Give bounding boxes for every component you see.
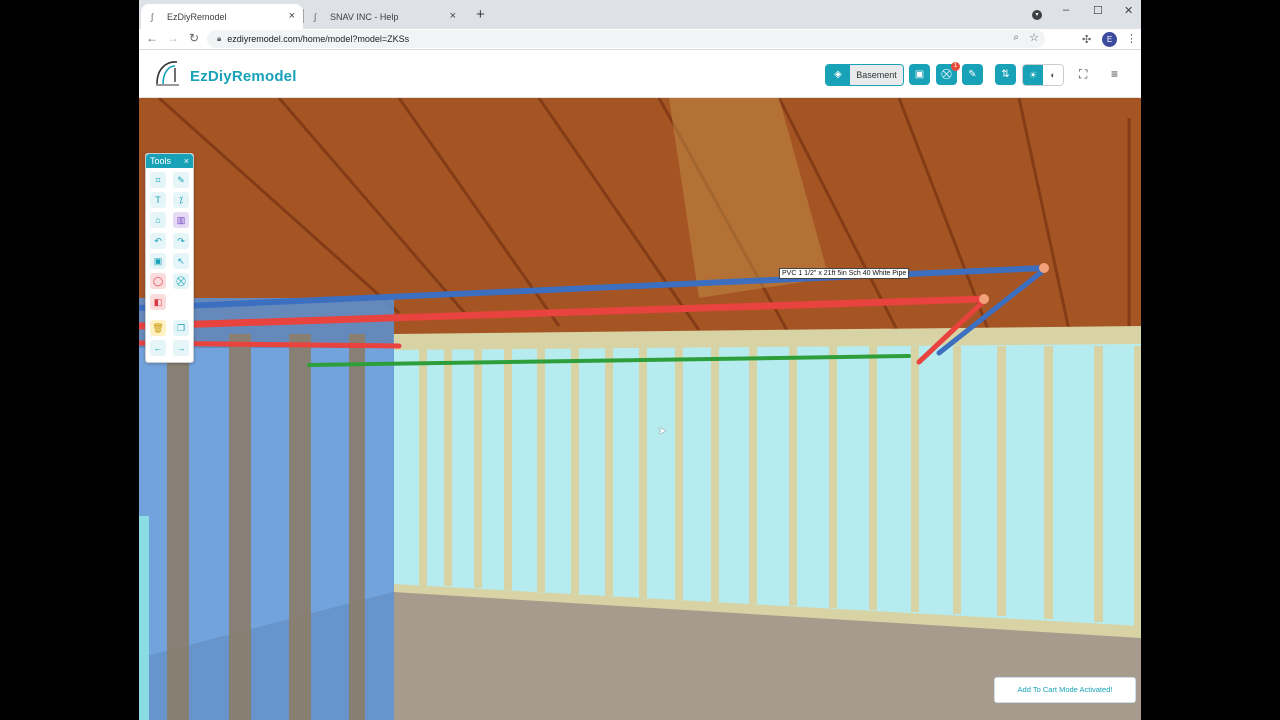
url-text: ezdiyremodel.com/home/model?model=ZKSs xyxy=(227,34,410,44)
close-tab-icon[interactable]: × xyxy=(450,10,456,22)
extensions-puzzle-icon[interactable]: ✣ xyxy=(1082,33,1091,46)
tools-panel-header[interactable]: Tools × xyxy=(146,154,193,168)
address-bar[interactable]: 🔒︎ ezdiyremodel.com/home/model?model=ZKS… xyxy=(207,30,1045,48)
mouse-cursor-icon: ➤ xyxy=(658,426,667,437)
add-to-cart-icon[interactable]: ⛒ xyxy=(173,273,189,289)
back-arrow-icon[interactable]: ← xyxy=(146,31,158,45)
browser-toolbar: ← → ↻ 🔒︎ ezdiyremodel.com/home/model?mod… xyxy=(139,29,1141,50)
building-icon[interactable]: ▥ xyxy=(173,212,189,228)
new-tab-button[interactable]: + xyxy=(476,6,485,23)
profile-avatar[interactable]: E xyxy=(1102,32,1117,47)
rotate-icon[interactable]: ◯ xyxy=(150,273,166,289)
tab-ezdiyremodel[interactable]: ∫ EzDiyRemodel × xyxy=(141,4,303,29)
edit-button[interactable]: ✎ xyxy=(962,64,983,85)
site-favicon-icon: ∫ xyxy=(151,11,154,22)
basement-scene[interactable] xyxy=(139,98,1141,720)
share-button[interactable]: ⇅ xyxy=(995,64,1016,85)
tab-search-icon[interactable]: ▾ xyxy=(1032,10,1042,20)
camera-icon[interactable]: ⌂ xyxy=(150,212,166,228)
3d-viewport[interactable] xyxy=(139,98,1141,720)
cart-count-badge: 1 xyxy=(951,62,960,71)
clear-icon[interactable]: ◧ xyxy=(150,294,166,310)
fullscreen-icon[interactable]: ⛶ xyxy=(1079,67,1087,82)
select-area-icon[interactable]: ⌗ xyxy=(150,172,166,188)
tab-title: EzDiyRemodel xyxy=(167,11,227,22)
ezdiyremodel-logo-icon[interactable] xyxy=(153,58,181,88)
forward-arrow-icon[interactable]: → xyxy=(167,31,179,45)
browser-menu-icon[interactable]: ⋮ xyxy=(1126,32,1137,45)
snapshot-icon[interactable]: ▣ xyxy=(150,253,166,269)
site-favicon-icon: ∫ xyxy=(314,11,317,22)
object-hover-tooltip: PVC 1 1/2" x 21ft 5in Sch 40 White Pipe xyxy=(779,268,910,279)
maximize-button[interactable]: ☐ xyxy=(1093,4,1103,17)
hot-elbow-fitting xyxy=(979,294,989,304)
zoom-icon[interactable]: ⌕ xyxy=(1013,32,1019,43)
contrast-icon[interactable]: ◐ xyxy=(1043,65,1063,85)
cold-elbow-fitting xyxy=(1039,263,1049,273)
copy-icon[interactable]: ❐ xyxy=(173,320,189,336)
tab-title: SNAV INC - Help xyxy=(330,11,399,22)
delete-trash-icon[interactable]: 🗑︎ xyxy=(150,320,166,336)
browser-window: ∫ EzDiyRemodel × ∫ SNAV INC - Help × + ▾… xyxy=(139,0,1141,720)
floor-selector[interactable]: ◈ Basement xyxy=(825,64,904,86)
minimize-button[interactable]: – xyxy=(1063,4,1069,16)
draw-pencil-icon[interactable]: ✎ xyxy=(173,172,189,188)
redo-icon[interactable]: ↷ xyxy=(173,233,189,249)
measure-tool-icon[interactable]: ⁒ xyxy=(173,192,189,208)
cart-mode-toast: Add To Cart Mode Activated! xyxy=(994,677,1136,703)
undo-icon[interactable]: ↶ xyxy=(150,233,166,249)
close-tab-icon[interactable]: × xyxy=(289,10,295,22)
layers-icon[interactable]: ◈ xyxy=(826,65,850,85)
text-tool-icon[interactable]: T xyxy=(150,192,166,208)
arrow-right-icon[interactable]: → xyxy=(173,340,189,356)
lock-icon: 🔒︎ xyxy=(217,34,222,43)
close-window-button[interactable]: ✕ xyxy=(1124,4,1133,17)
floor-name[interactable]: Basement xyxy=(850,65,903,85)
tab-snav-help[interactable]: ∫ SNAV INC - Help × xyxy=(304,4,464,29)
bookmark-star-icon[interactable]: ☆ xyxy=(1029,31,1039,44)
tab-strip: ∫ EzDiyRemodel × ∫ SNAV INC - Help × + ▾… xyxy=(139,0,1141,29)
hamburger-menu-icon[interactable]: ≡ xyxy=(1111,67,1118,81)
pointer-icon[interactable]: ↖ xyxy=(173,253,189,269)
app-name[interactable]: EzDiyRemodel xyxy=(190,68,297,85)
arrow-left-icon[interactable]: ← xyxy=(150,340,166,356)
tools-panel-title: Tools xyxy=(150,156,172,166)
theme-toggle[interactable]: ☀ ◐ xyxy=(1022,64,1064,86)
reload-icon[interactable]: ↻ xyxy=(189,31,199,45)
app-header: EzDiyRemodel ◈ Basement ▣ ⛒ 1 ✎ ⇅ ☀ ◐ ⛶ … xyxy=(139,50,1141,98)
sun-icon[interactable]: ☀ xyxy=(1023,65,1043,85)
pipe-riser xyxy=(139,516,149,720)
save-button[interactable]: ▣ xyxy=(909,64,930,85)
tools-panel[interactable]: Tools × ⌗ ✎ T ⁒ ⌂ ▥ ↶ ↷ ▣ ↖ ◯ ⛒ ◧ 🗑︎ ❐ ←… xyxy=(145,153,194,363)
tools-close-icon[interactable]: × xyxy=(184,154,189,168)
